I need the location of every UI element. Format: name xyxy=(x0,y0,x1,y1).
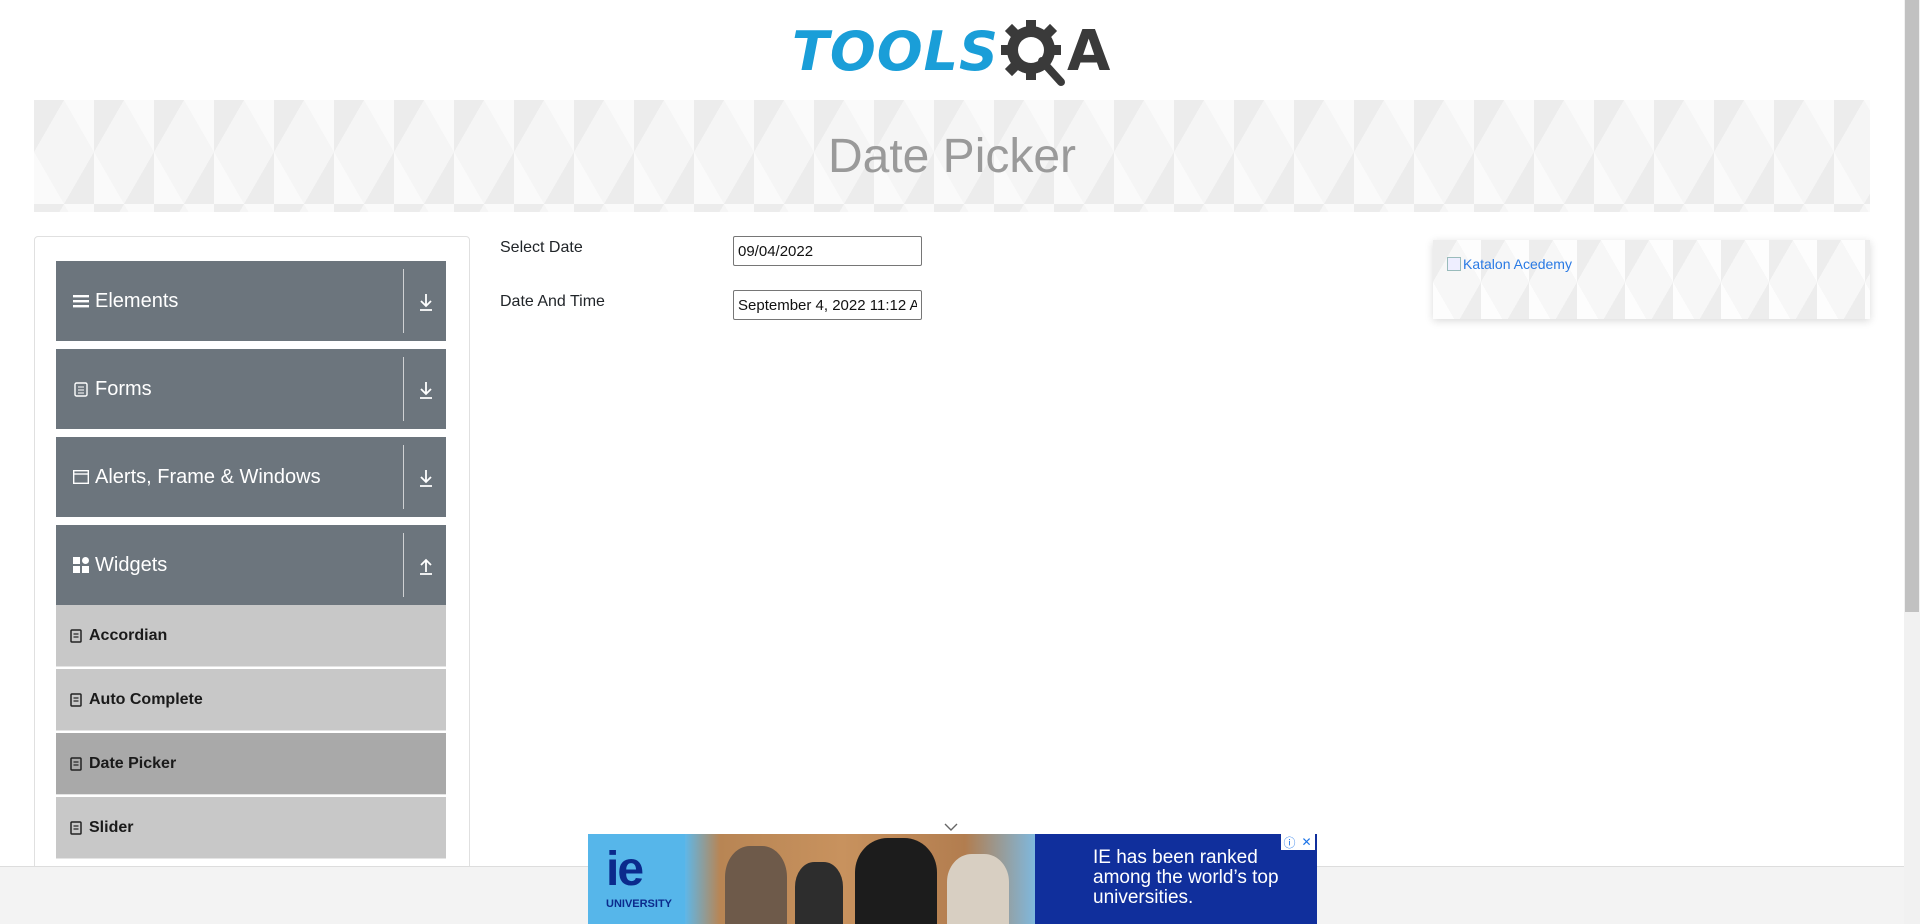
upload-arrow-icon[interactable] xyxy=(417,555,435,577)
sidebar-item-auto-complete[interactable]: Auto Complete xyxy=(56,669,446,731)
page: TOOLS A Date Picker Elements Forms Alert… xyxy=(0,0,1920,924)
list-doc-icon xyxy=(70,628,82,643)
person-figure xyxy=(795,862,843,924)
sidebar-item-label: Date Picker xyxy=(89,754,177,772)
katalon-ad: Katalon Acedemy xyxy=(1433,240,1870,319)
ad-choices: ⓘ ✕ xyxy=(1281,834,1315,850)
sidebar-group-widgets[interactable]: Widgets xyxy=(56,525,446,605)
ad-photo xyxy=(685,834,1035,924)
widgets-icon xyxy=(72,556,90,574)
gear-magnifier-icon xyxy=(1000,20,1065,86)
page-title: Date Picker xyxy=(827,129,1077,183)
sidebar-item-label: Slider xyxy=(89,818,134,836)
person-figure xyxy=(855,838,937,924)
chevron-down-icon[interactable] xyxy=(942,820,960,834)
list-doc-icon xyxy=(70,692,82,707)
date-and-time-input[interactable] xyxy=(733,290,922,320)
download-arrow-icon[interactable] xyxy=(417,379,435,401)
sidebar-group-alerts-frame-windows[interactable]: Alerts, Frame & Windows xyxy=(56,437,446,517)
ie-brand: ie xyxy=(606,843,644,896)
toolsqa-logo[interactable]: TOOLS A xyxy=(792,14,1116,90)
date-and-time-label: Date And Time xyxy=(500,293,605,310)
sidebar-item-date-picker[interactable]: Date Picker xyxy=(56,733,446,795)
window-icon xyxy=(72,468,90,486)
sidebar-group-label: Widgets xyxy=(95,553,168,576)
divider xyxy=(403,533,404,597)
ie-brand-sub: UNIVERSITY xyxy=(606,898,673,910)
ie-university-ad[interactable]: ie UNIVERSITY IE has been ranked among t… xyxy=(588,834,1317,924)
ad-info-icon[interactable]: ⓘ xyxy=(1281,834,1298,850)
logo-text-tools: TOOLS xyxy=(792,20,999,83)
list-doc-icon xyxy=(70,820,82,835)
sidebar: Elements Forms Alerts, Frame & Windows W… xyxy=(34,236,470,924)
sidebar-group-forms[interactable]: Forms xyxy=(56,349,446,429)
select-date-label: Select Date xyxy=(500,239,583,256)
sidebar-group-label: Forms xyxy=(95,377,152,400)
sidebar-group-label: Elements xyxy=(95,289,179,312)
ad-headline: IE has been ranked among the world’s top… xyxy=(1093,847,1279,908)
list-doc-icon xyxy=(70,756,82,771)
select-date-input[interactable] xyxy=(733,236,922,266)
person-figure xyxy=(947,854,1009,924)
katalon-ad-alt-text: Katalon Acedemy xyxy=(1463,256,1572,272)
sidebar-item-accordian[interactable]: Accordian xyxy=(56,605,446,667)
katalon-ad-link[interactable]: Katalon Acedemy xyxy=(1447,256,1572,272)
divider xyxy=(403,357,404,421)
sidebar-item-label: Auto Complete xyxy=(89,690,203,708)
page-banner: Date Picker xyxy=(34,100,1870,212)
sidebar-group-label: Alerts, Frame & Windows xyxy=(95,465,321,488)
scrollbar-thumb[interactable] xyxy=(1905,0,1919,612)
ie-logo: ie UNIVERSITY xyxy=(588,834,685,924)
broken-image-icon xyxy=(1447,257,1461,271)
person-figure xyxy=(725,846,787,924)
clipboard-icon xyxy=(72,380,90,398)
divider xyxy=(403,445,404,509)
logo-text-a: A xyxy=(1066,19,1111,84)
ad-close-icon[interactable]: ✕ xyxy=(1298,834,1315,850)
sidebar-item-label: Accordian xyxy=(89,626,168,644)
hamburger-icon xyxy=(72,292,90,310)
divider xyxy=(403,269,404,333)
sidebar-group-elements[interactable]: Elements xyxy=(56,261,446,341)
sidebar-item-slider[interactable]: Slider xyxy=(56,797,446,859)
download-arrow-icon[interactable] xyxy=(417,291,435,313)
download-arrow-icon[interactable] xyxy=(417,467,435,489)
